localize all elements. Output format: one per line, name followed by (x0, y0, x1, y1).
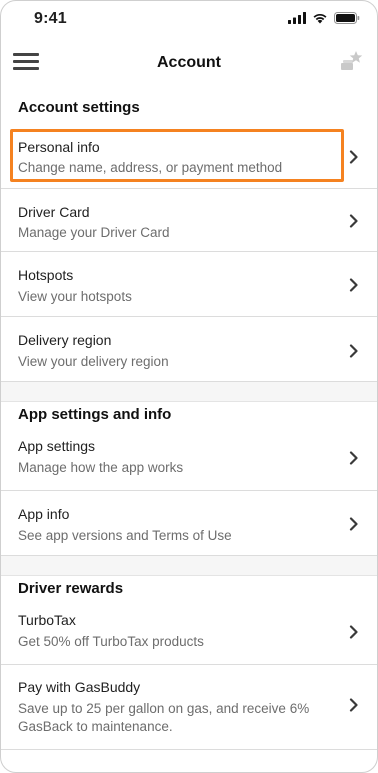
list-item-gasbuddy[interactable]: Pay with GasBuddy Save up to 25 per gall… (1, 665, 377, 750)
row-subtitle: Manage your Driver Card (18, 225, 170, 240)
chevron-right-icon (349, 150, 358, 164)
row-title: Pay with GasBuddy (18, 679, 141, 695)
status-bar: 9:41 (1, 1, 377, 41)
row-subtitle: Change name, address, or payment method (18, 160, 283, 175)
row-title: TurboTax (18, 612, 76, 628)
list-item-delivery-region[interactable]: Delivery region View your delivery regio… (1, 317, 377, 382)
chevron-right-icon (349, 214, 358, 228)
section-app-settings: App settings and info App settings Manag… (1, 392, 377, 556)
row-title: Driver Card (18, 204, 90, 220)
row-subtitle: View your hotspots (18, 289, 132, 304)
chevron-right-icon (349, 451, 358, 465)
section-account-settings: Account settings Personal info Change na… (1, 87, 377, 382)
row-title: App info (18, 506, 70, 522)
battery-icon (334, 12, 360, 24)
section-title-account-settings: Account settings (18, 99, 140, 116)
list-item-hotspots[interactable]: Hotspots View your hotspots (1, 252, 377, 317)
account-content: Account settings Personal info Change na… (1, 87, 377, 750)
chevron-right-icon (349, 517, 358, 531)
cellular-signal-icon (288, 12, 306, 24)
list-item-turbotax[interactable]: TurboTax Get 50% off TurboTax products (1, 601, 377, 665)
status-icons (288, 12, 360, 24)
phone-screen: 9:41 Account Account settings Personal i… (0, 0, 378, 773)
section-driver-rewards: Driver rewards TurboTax Get 50% off Turb… (1, 566, 377, 750)
row-title: Delivery region (18, 332, 112, 348)
row-subtitle: View your delivery region (18, 354, 169, 369)
list-item-app-settings[interactable]: App settings Manage how the app works (1, 428, 377, 491)
list-item-app-info[interactable]: App info See app versions and Terms of U… (1, 491, 377, 556)
list-item-driver-card[interactable]: Driver Card Manage your Driver Card (1, 189, 377, 252)
nav-bar: Account (1, 41, 377, 87)
chevron-right-icon (349, 344, 358, 358)
star-stack-icon[interactable] (339, 49, 363, 73)
chevron-right-icon (349, 278, 358, 292)
row-title: Personal info (18, 139, 100, 155)
row-title: App settings (18, 438, 96, 454)
row-title: Hotspots (18, 267, 74, 283)
chevron-right-icon (349, 698, 358, 712)
row-subtitle: See app versions and Terms of Use (18, 528, 232, 543)
status-time: 9:41 (34, 10, 67, 27)
row-subtitle: Manage how the app works (18, 460, 184, 475)
row-subtitle: Save up to 25 per gallon on gas, and rec… (18, 701, 310, 734)
wifi-icon (313, 13, 327, 24)
list-item-personal-info[interactable]: Personal info Change name, address, or p… (1, 128, 377, 189)
row-subtitle: Get 50% off TurboTax products (18, 634, 204, 649)
page-title: Account (157, 54, 221, 71)
chevron-right-icon (349, 625, 358, 639)
